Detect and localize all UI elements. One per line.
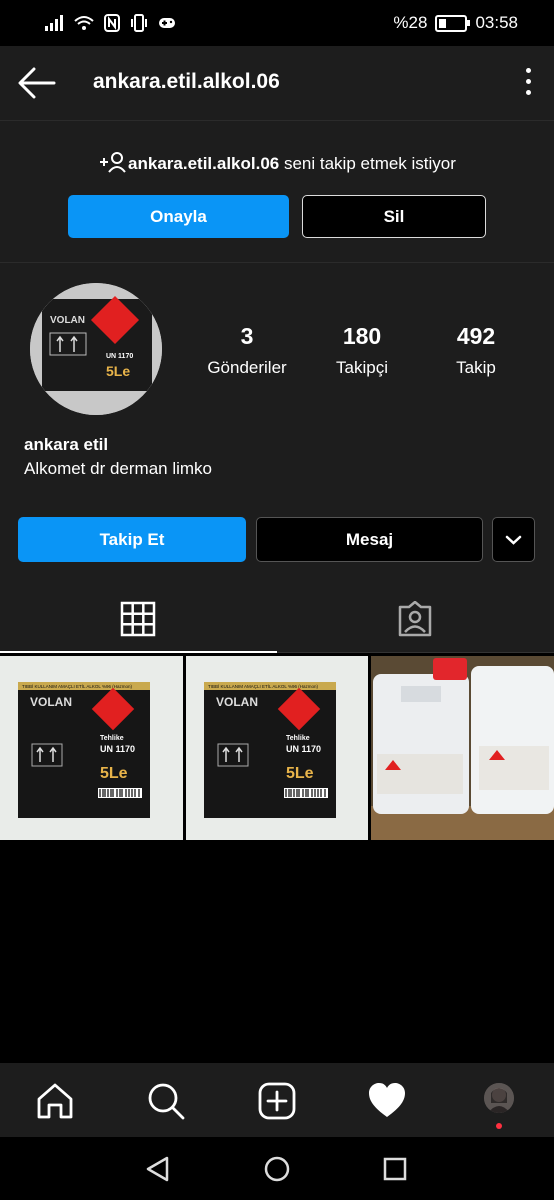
post-brand: VOLAN — [30, 695, 72, 709]
new-post-icon[interactable] — [257, 1081, 297, 1121]
grid-icon — [120, 601, 156, 637]
profile-bio: Alkomet dr derman limko — [24, 459, 213, 478]
profile-username-title: ankara.etil.alkol.06 — [93, 70, 280, 93]
bottom-nav — [0, 1063, 554, 1137]
more-options-icon[interactable] — [524, 68, 534, 100]
game-controller-icon — [159, 18, 175, 28]
post-thumbnail[interactable]: TIBBİ KULLANIM AMAÇLI ETİL ALKOL %96 (Ha… — [185, 656, 369, 840]
profile-tab-avatar[interactable] — [484, 1083, 514, 1113]
stat-following-label: Takip — [456, 358, 496, 377]
profile-header: ankara.etil.alkol.06 — [0, 46, 554, 120]
post-un-code: UN 1170 — [100, 744, 135, 754]
stat-followers[interactable]: 180 Takipçi — [328, 323, 396, 378]
message-button[interactable]: Mesaj — [256, 517, 483, 562]
post-brand: VOLAN — [216, 695, 258, 709]
status-icons-right: %28 03:58 — [393, 13, 518, 33]
stat-posts-label: Gönderiler — [207, 358, 287, 377]
profile-name: ankara etil — [24, 435, 109, 454]
system-recents-icon[interactable] — [383, 1157, 407, 1181]
stat-posts[interactable]: 3 Gönderiler — [205, 323, 289, 378]
signal-icon — [45, 15, 63, 31]
system-home-icon[interactable] — [264, 1156, 290, 1182]
add-person-icon — [100, 152, 126, 173]
post-thumbnail[interactable] — [371, 656, 554, 840]
nfc-icon — [104, 14, 120, 32]
post-warning: Tehlike — [286, 735, 310, 742]
follow-button[interactable]: Takip Et — [18, 517, 246, 562]
avatar-brand-text: VOLAN — [50, 315, 85, 326]
stat-following-value: 492 — [456, 323, 496, 349]
system-back-icon[interactable] — [145, 1156, 171, 1182]
stat-followers-label: Takipçi — [336, 358, 388, 377]
post-thumbnail[interactable]: TIBBİ KULLANIM AMAÇLI ETİL ALKOL %96 (Ha… — [0, 656, 183, 840]
canisters-photo — [371, 656, 554, 840]
post-label-header: TIBBİ KULLANIM AMAÇLI ETİL ALKOL %96 (Ha… — [208, 683, 318, 689]
follow-request-message: seni takip etmek istiyor — [279, 154, 456, 173]
wifi-icon — [74, 16, 94, 30]
battery-icon — [435, 14, 471, 32]
user-avatar-icon — [484, 1083, 514, 1113]
stat-followers-value: 180 — [342, 323, 382, 349]
delete-request-button[interactable]: Sil — [302, 195, 486, 238]
stat-posts-value: 3 — [240, 323, 254, 349]
vibrate-icon — [131, 14, 147, 32]
chevron-down-icon — [505, 535, 522, 545]
battery-percent: %28 — [393, 13, 428, 32]
profile-avatar[interactable]: VOLAN UN 1170 5Le — [30, 283, 162, 415]
home-icon[interactable] — [35, 1081, 75, 1121]
follow-request-banner: ankara.etil.alkol.06 seni takip etmek is… — [0, 120, 554, 263]
profile-section: VOLAN UN 1170 5Le 3 Gönderiler 180 Takip… — [0, 262, 554, 653]
suggested-accounts-button[interactable] — [492, 517, 535, 562]
tab-posts-grid[interactable] — [0, 591, 277, 653]
stat-following[interactable]: 492 Takip — [448, 323, 504, 378]
post-un-code: UN 1170 — [286, 744, 321, 754]
heart-icon[interactable] — [367, 1081, 407, 1121]
clock: 03:58 — [475, 13, 518, 32]
follow-request-text: ankara.etil.alkol.06 seni takip etmek is… — [0, 151, 554, 174]
back-arrow-icon[interactable] — [18, 66, 56, 100]
post-volume: 5Le — [286, 765, 314, 782]
notification-dot — [496, 1123, 502, 1129]
post-warning: Tehlike — [100, 735, 124, 742]
post-label-header: TIBBİ KULLANIM AMAÇLI ETİL ALKOL %96 (Ha… — [22, 683, 132, 689]
posts-grid: TIBBİ KULLANIM AMAÇLI ETİL ALKOL %96 (Ha… — [0, 656, 554, 840]
status-icons-left — [44, 14, 176, 32]
avatar-un-text: UN 1170 — [106, 353, 133, 360]
battery-level — [439, 18, 447, 28]
tagged-person-icon — [398, 601, 432, 637]
approve-button[interactable]: Onayla — [68, 195, 289, 238]
system-nav-bar — [0, 1137, 554, 1200]
post-volume: 5Le — [100, 765, 128, 782]
avatar-volume-text: 5Le — [106, 363, 130, 379]
requester-username[interactable]: ankara.etil.alkol.06 — [128, 154, 279, 173]
status-bar: %28 03:58 — [0, 0, 554, 46]
search-icon[interactable] — [146, 1081, 186, 1121]
tab-tagged[interactable] — [277, 591, 554, 653]
